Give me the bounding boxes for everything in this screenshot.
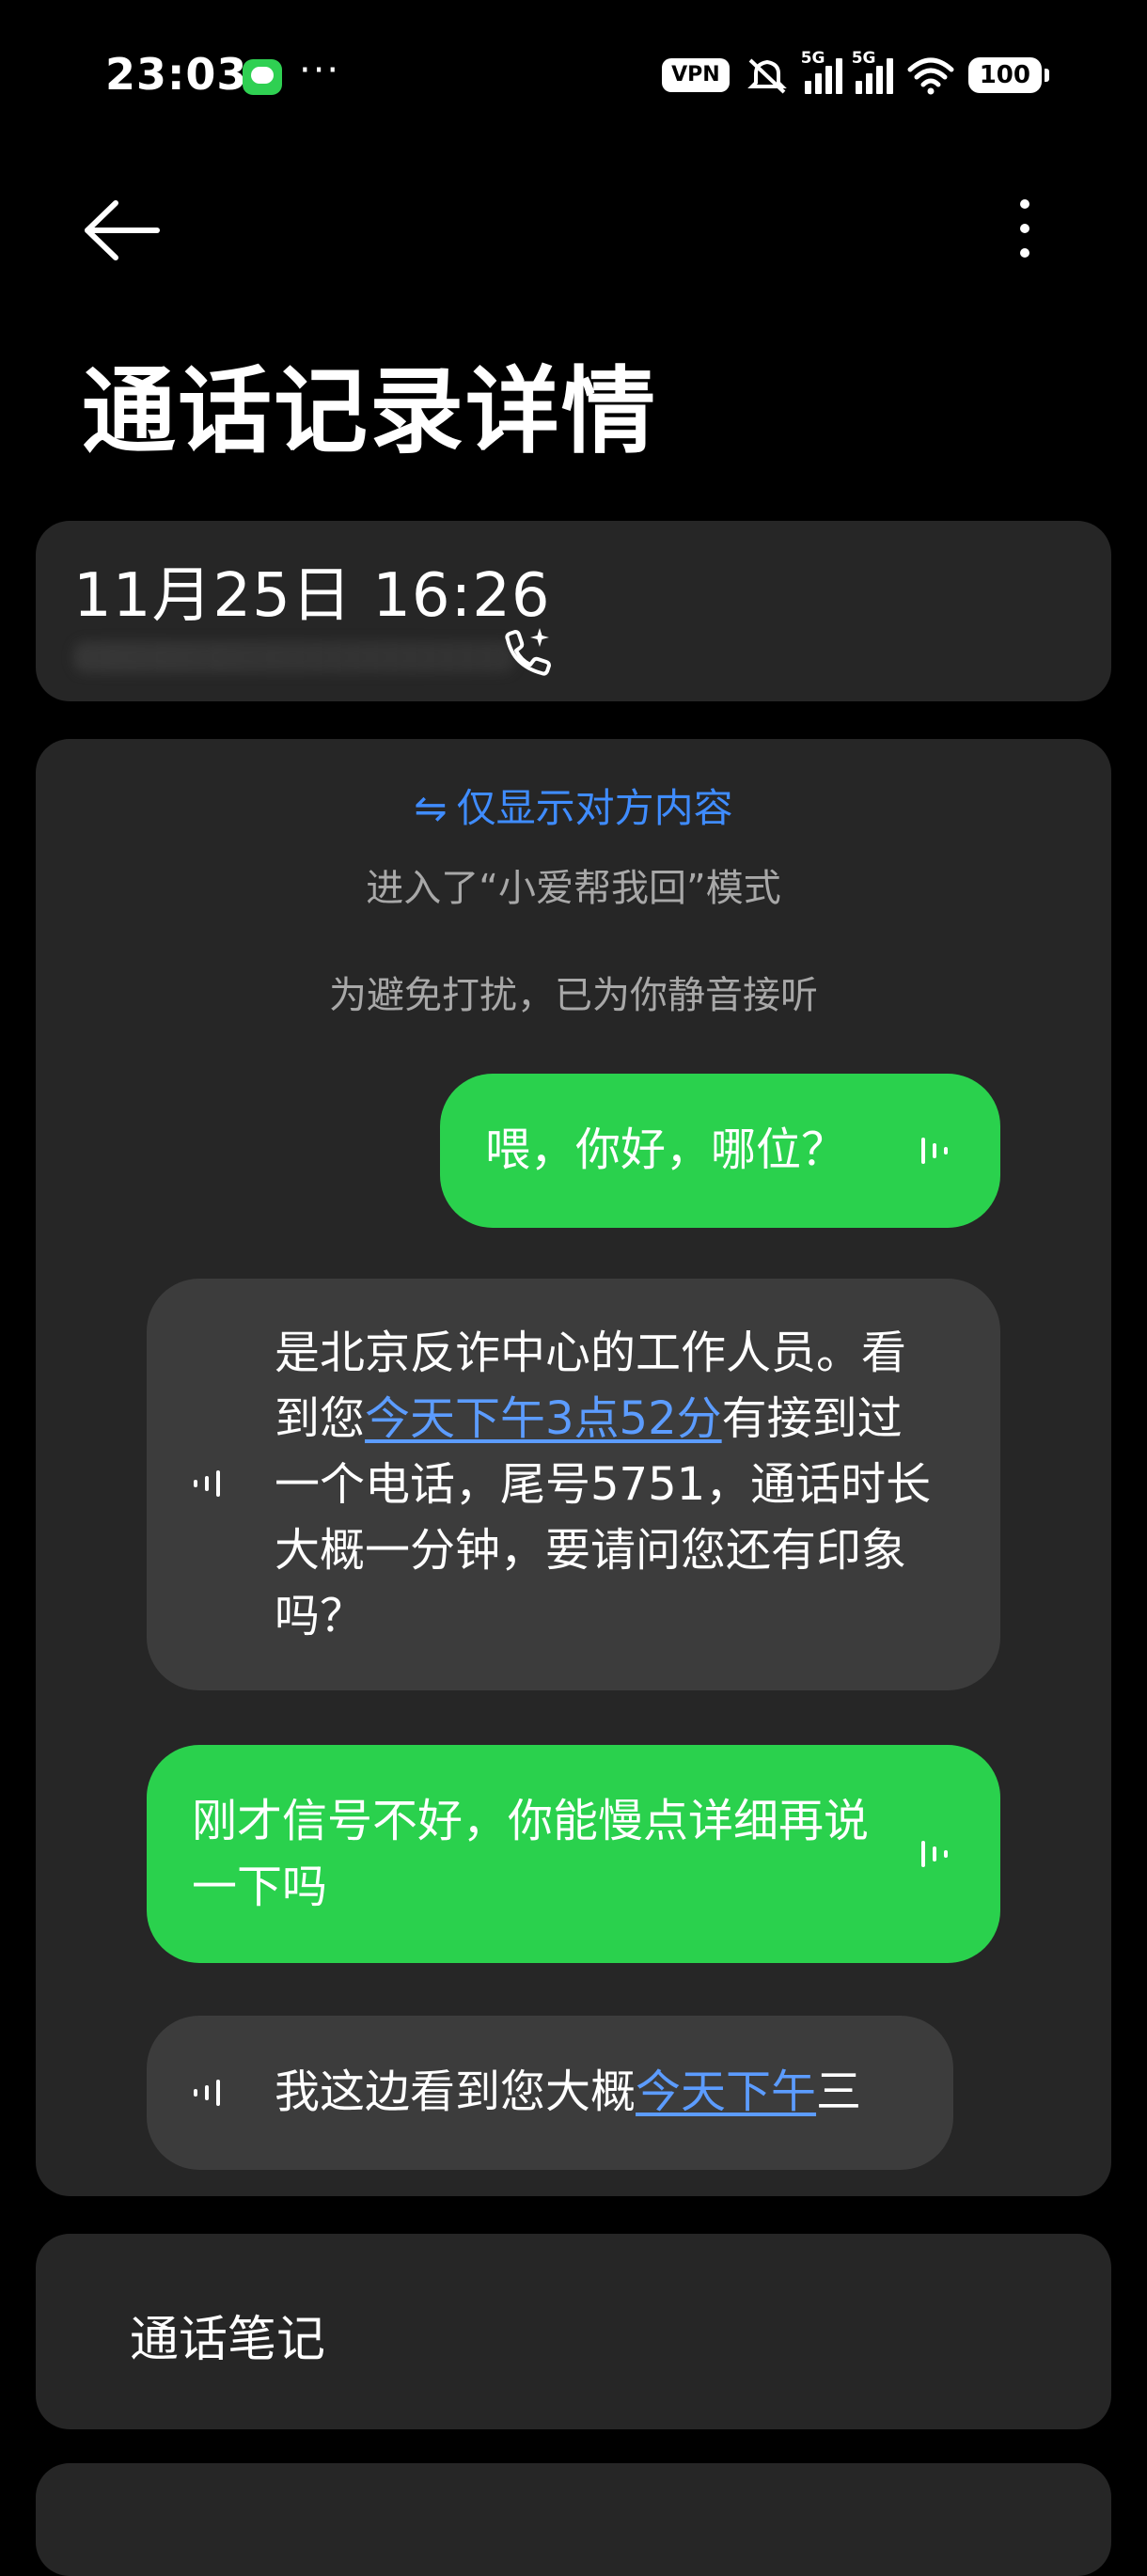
message-text: 是北京反诈中心的工作人员。看到您今天下午3点52分有接到过一个电话，尾号5751… <box>275 1320 933 1649</box>
message-bubble-other[interactable]: 是北京反诈中心的工作人员。看到您今天下午3点52分有接到过一个电话，尾号5751… <box>147 1279 1000 1690</box>
ai-call-icon[interactable] <box>496 624 557 684</box>
message-bubble-me[interactable]: 喂，你好，哪位？ <box>440 1074 1000 1228</box>
message-text: 我这边看到您大概今天下午三 <box>275 2059 861 2125</box>
wifi-icon <box>907 57 954 95</box>
message-text: 刚才信号不好，你能慢点详细再说一下吗 <box>192 1795 870 1913</box>
more-vertical-icon[interactable] <box>995 194 1055 263</box>
vpn-icon: VPN <box>662 58 730 92</box>
status-icons: VPN 5G 5G 100 <box>662 49 1050 98</box>
mute-icon <box>746 58 787 94</box>
message-text-part: 三 <box>816 2066 862 2118</box>
status-time: 23:03 <box>105 49 248 100</box>
audio-wave-icon[interactable] <box>190 1465 233 1502</box>
battery-icon: 100 <box>967 57 1050 93</box>
call-notes-label: 通话笔记 <box>130 2312 326 2368</box>
network-type-label: 5G <box>800 49 825 68</box>
message-bubble-other[interactable]: 我这边看到您大概今天下午三 <box>147 2016 953 2170</box>
signal-icon: 5G <box>801 49 842 94</box>
next-card-peek <box>36 2463 1111 2576</box>
page-title: 通话记录详情 <box>82 356 657 466</box>
message-bubble-me[interactable]: 刚才信号不好，你能慢点详细再说一下吗 <box>147 1745 1000 1963</box>
audio-wave-icon[interactable] <box>190 2074 233 2112</box>
call-info-card: 11月25日 16:26 <box>36 521 1111 701</box>
system-message-mode: 进入了“小爱帮我回”模式 <box>366 867 781 910</box>
call-notes-card[interactable]: 通话笔记 <box>36 2234 1111 2429</box>
back-arrow-icon[interactable] <box>80 197 165 263</box>
signal-icon-2: 5G <box>852 49 893 94</box>
status-bar: 23:03 ··· VPN 5G 5G 100 <box>0 0 1147 155</box>
show-other-only-toggle[interactable]: ⇋ 仅显示对方内容 <box>36 777 1111 834</box>
audio-wave-icon[interactable] <box>918 1132 961 1170</box>
more-dots-icon: ··· <box>299 49 341 92</box>
network-type-label-2: 5G <box>851 49 876 68</box>
system-message-muted: 为避免打扰，已为你静音接听 <box>329 974 818 1017</box>
app-bar <box>0 169 1147 282</box>
message-text: 喂，你好，哪位？ <box>485 1123 847 1176</box>
message-icon <box>243 59 282 95</box>
time-link[interactable]: 今天下午3点52分 <box>365 1392 722 1445</box>
transcript-card: ⇋ 仅显示对方内容 进入了“小爱帮我回”模式 为避免打扰，已为你静音接听 喂，你好… <box>36 739 1111 2196</box>
message-text-part: 我这边看到您大概 <box>275 2066 636 2118</box>
blurred-phone-number <box>73 641 515 673</box>
swap-icon: ⇋ <box>414 785 448 831</box>
call-datetime: 11月25日 16:26 <box>73 561 551 631</box>
audio-wave-icon[interactable] <box>918 1835 961 1873</box>
toggle-label: 仅显示对方内容 <box>456 785 733 831</box>
time-link[interactable]: 今天下午 <box>636 2066 816 2118</box>
